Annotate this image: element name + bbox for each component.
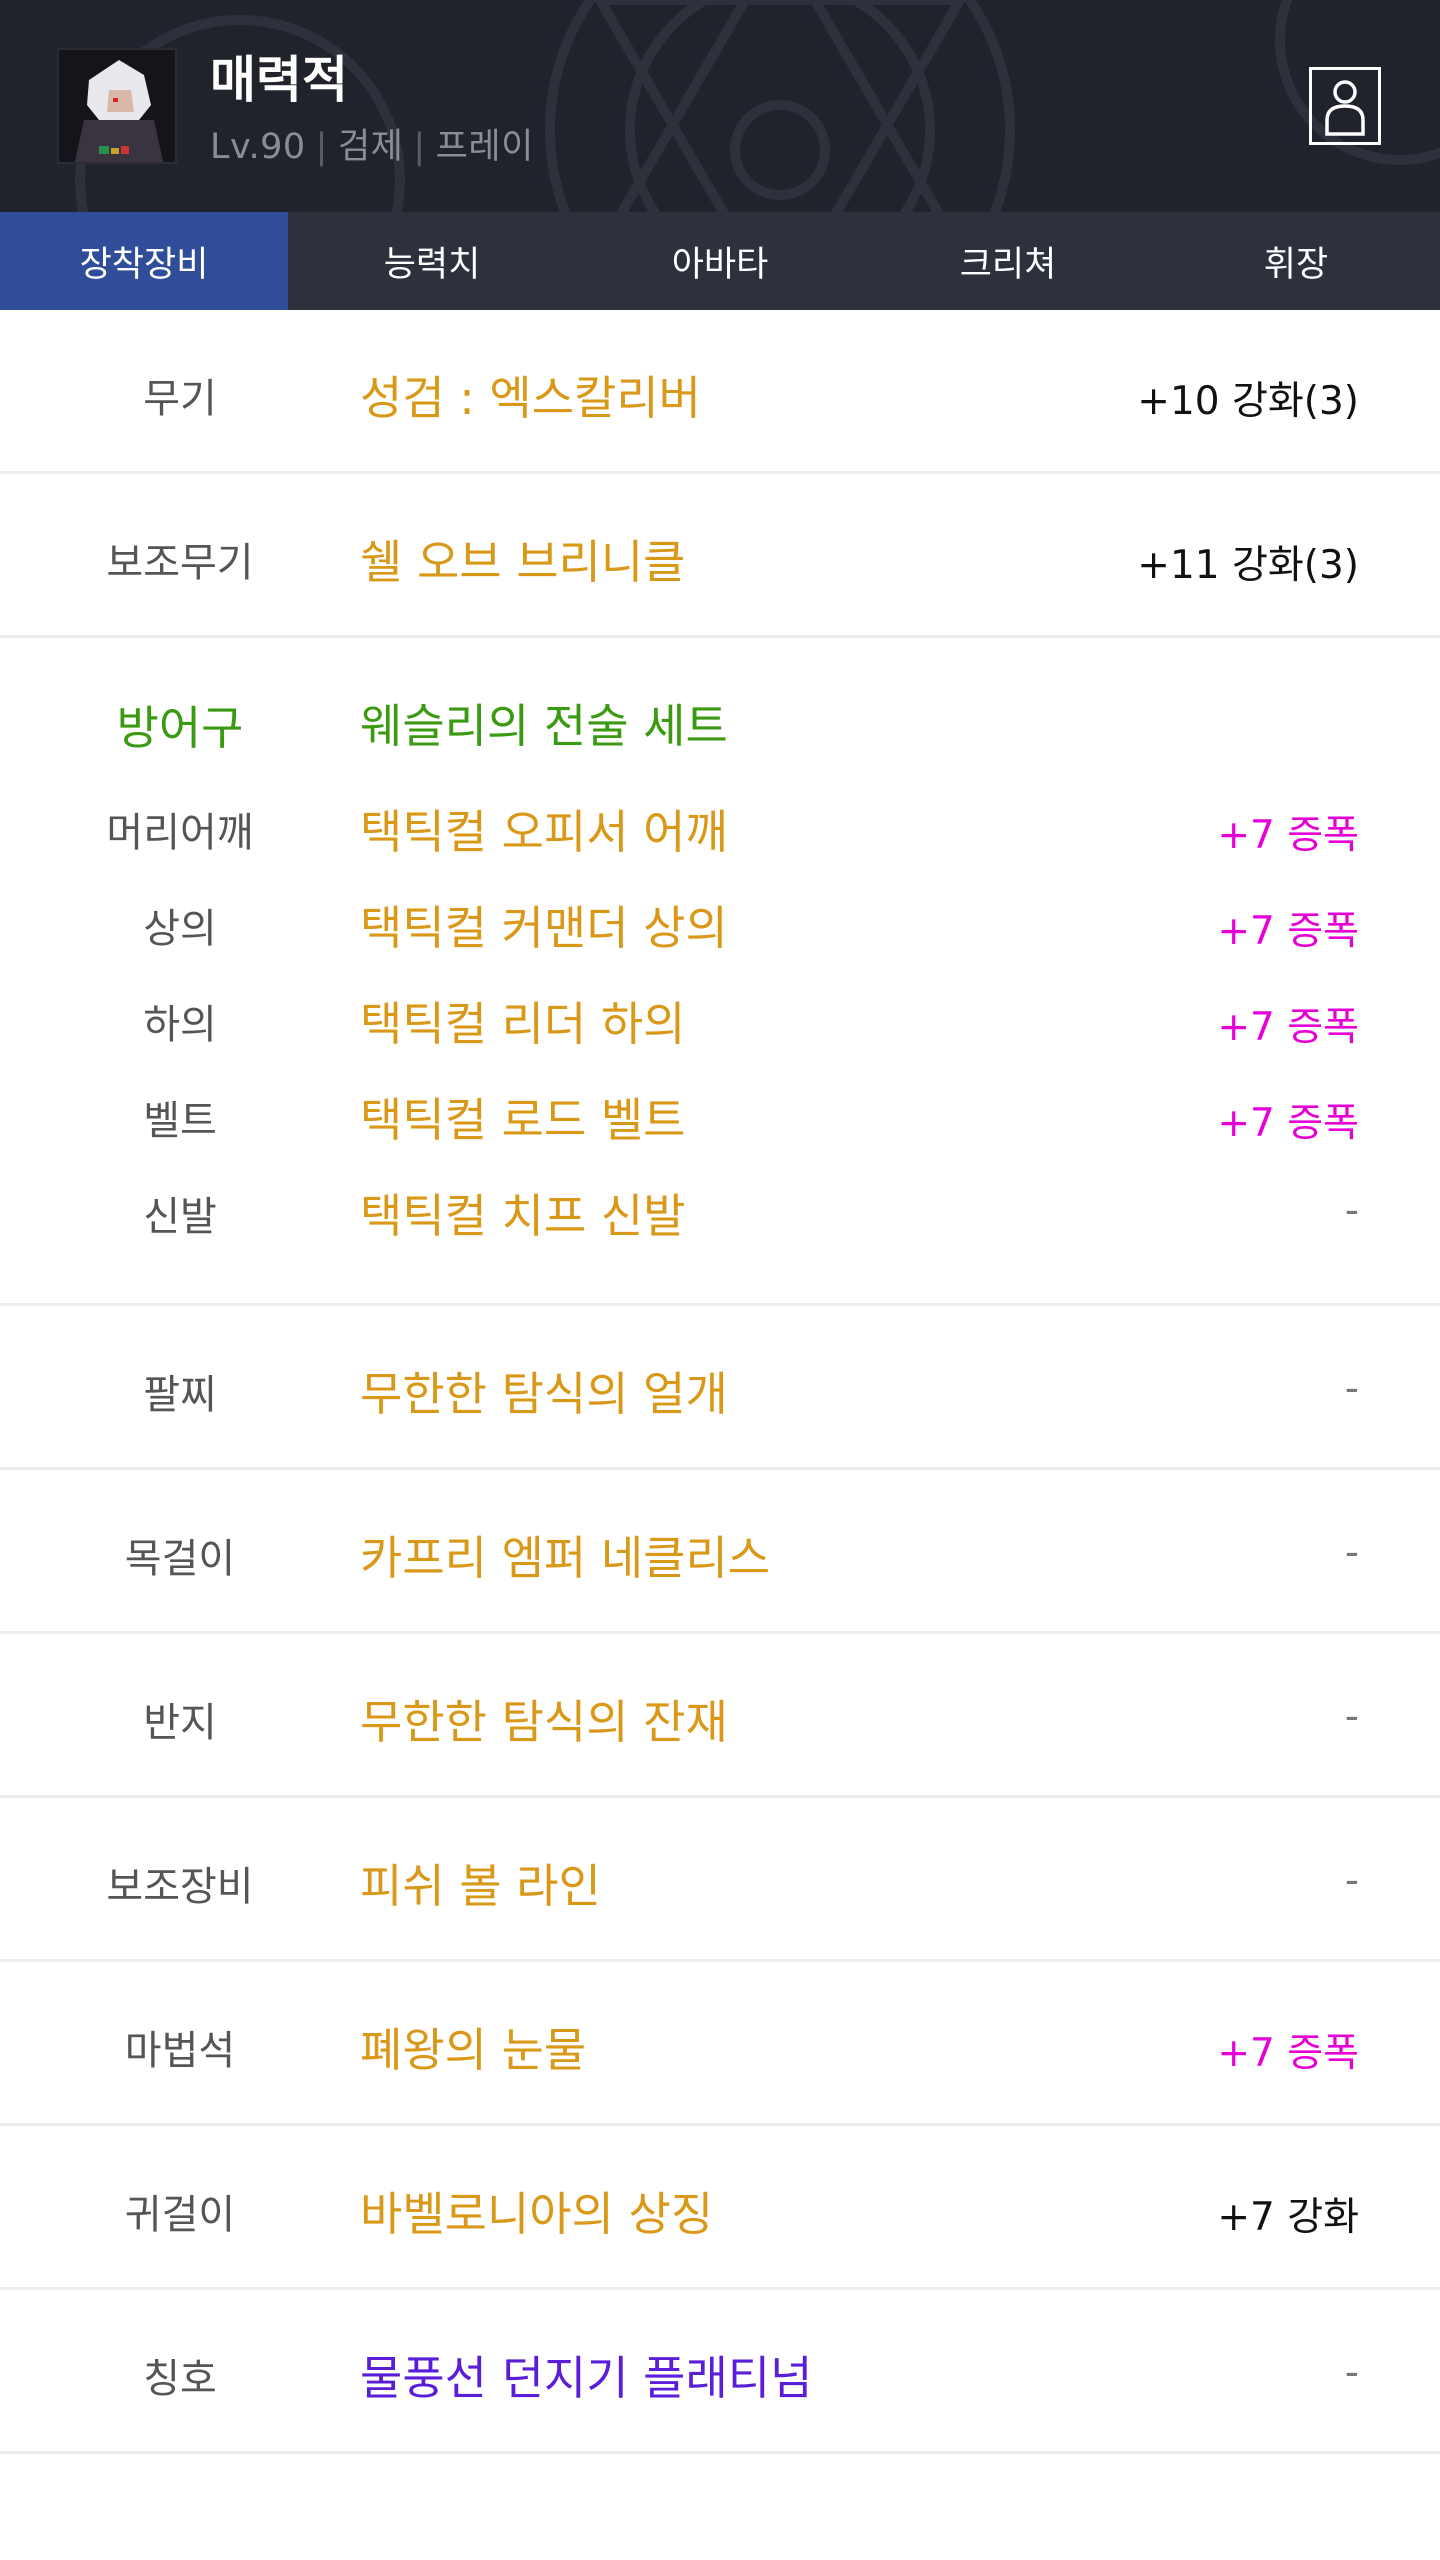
character-header: 매력적 Lv.90 | 검제 | 프레이: [0, 0, 1440, 212]
slot-label: 반지: [143, 1700, 217, 1746]
item-status: +7 증폭: [1217, 2031, 1359, 2076]
item-name-shoulder[interactable]: 택틱컬 오피서 어깨: [360, 796, 728, 862]
item-status: +11 강화(3): [1137, 543, 1359, 588]
equipment-row-necklace[interactable]: 목걸이 카프리 엠퍼 네클리스 -: [0, 1470, 1440, 1634]
item-name: 카프리 엠퍼 네클리스: [360, 1531, 771, 1585]
character-name: 매력적: [210, 51, 348, 109]
equipment-row-earring[interactable]: 귀걸이 바벨로니아의 상징 +7 강화: [0, 2126, 1440, 2290]
item-status: -: [1344, 2350, 1359, 2395]
item-name: 무한한 탐식의 얼개: [360, 1367, 728, 1421]
armor-set-label: 방어구: [116, 701, 244, 755]
equipment-row-title[interactable]: 칭호 물풍선 던지기 플래티넘 -: [0, 2290, 1440, 2454]
slot-label: 팔찌: [143, 1372, 217, 1418]
item-status: -: [1344, 1694, 1359, 1739]
item-status: -: [1344, 1530, 1359, 1575]
slot-label: 무기: [143, 376, 217, 422]
slot-label: 신발: [143, 1194, 217, 1240]
equipment-row-support[interactable]: 보조장비 피쉬 볼 라인 -: [0, 1798, 1440, 1962]
item-status: +10 강화(3): [1137, 379, 1359, 424]
equipment-row-bracelet[interactable]: 팔찌 무한한 탐식의 얼개 -: [0, 1306, 1440, 1470]
equipment-row-weapon[interactable]: 무기 성검 : 엑스칼리버 +10 강화(3): [0, 310, 1440, 474]
tab-emblem[interactable]: 휘장: [1152, 212, 1440, 310]
item-name: 무한한 탐식의 잔재: [360, 1695, 728, 1749]
tab-stats[interactable]: 능력치: [288, 212, 576, 310]
slot-label: 벨트: [143, 1098, 217, 1144]
person-profile-icon: [1325, 80, 1365, 136]
tab-bar: 장착장비 능력치 아바타 크리쳐 휘장: [0, 212, 1440, 310]
slot-label: 머리어깨: [106, 810, 254, 856]
character-meta: Lv.90 | 검제 | 프레이: [210, 118, 534, 169]
character-level: Lv.90: [210, 127, 306, 167]
slot-label: 목걸이: [124, 1536, 236, 1582]
slot-label: 상의: [143, 906, 217, 952]
item-status: -: [1344, 1858, 1359, 1903]
item-name-top[interactable]: 택틱컬 커맨더 상의: [360, 892, 728, 958]
item-name: 물풍선 던지기 플래티넘: [360, 2351, 813, 2405]
armor-set-block: 방어구 웨슬리의 전술 세트 머리어깨 택틱컬 오피서 어깨 +7 증폭 상의 …: [0, 638, 1440, 1306]
character-avatar: [57, 48, 177, 164]
slot-label: 마법석: [124, 2028, 236, 2074]
character-server: 검제: [337, 127, 404, 167]
slot-label: 하의: [143, 1002, 217, 1048]
item-name: 피쉬 볼 라인: [360, 1859, 601, 1913]
meta-separator: |: [315, 127, 328, 167]
equipment-row-subweapon[interactable]: 보조무기 쉘 오브 브리니클 +11 강화(3): [0, 474, 1440, 638]
item-status: -: [1344, 1188, 1359, 1233]
item-status: +7 강화: [1217, 2195, 1359, 2240]
slot-label: 보조무기: [106, 540, 254, 586]
meta-separator: |: [413, 127, 426, 167]
character-job: 프레이: [435, 127, 534, 167]
equipment-list: 무기 성검 : 엑스칼리버 +10 강화(3) 보조무기 쉘 오브 브리니클 +…: [0, 310, 1440, 2454]
item-name: 바벨로니아의 상징: [360, 2187, 714, 2241]
slot-label: 칭호: [143, 2356, 217, 2402]
armor-set-name[interactable]: 웨슬리의 전술 세트: [360, 690, 728, 756]
equipment-row-magicstone[interactable]: 마법석 폐왕의 눈물 +7 증폭: [0, 1962, 1440, 2126]
item-name: 폐왕의 눈물: [360, 2023, 587, 2077]
item-name: 쉘 오브 브리니클: [360, 535, 686, 589]
item-name-belt[interactable]: 택틱컬 로드 벨트: [360, 1084, 685, 1150]
tab-equipment[interactable]: 장착장비: [0, 212, 288, 310]
item-status: +7 증폭: [1217, 813, 1359, 858]
item-name: 성검 : 엑스칼리버: [360, 371, 701, 425]
equipment-row-ring[interactable]: 반지 무한한 탐식의 잔재 -: [0, 1634, 1440, 1798]
slot-label: 귀걸이: [124, 2192, 236, 2238]
tab-creature[interactable]: 크리쳐: [864, 212, 1152, 310]
profile-button[interactable]: [1309, 67, 1381, 145]
tab-avatar[interactable]: 아바타: [576, 212, 864, 310]
item-status: +7 증폭: [1217, 909, 1359, 954]
item-status: +7 증폭: [1217, 1005, 1359, 1050]
item-status: +7 증폭: [1217, 1101, 1359, 1146]
slot-label: 보조장비: [106, 1864, 254, 1910]
item-status: -: [1344, 1366, 1359, 1411]
item-name-shoes[interactable]: 택틱컬 치프 신발: [360, 1180, 685, 1246]
item-name-bottom[interactable]: 택틱컬 리더 하의: [360, 988, 685, 1054]
